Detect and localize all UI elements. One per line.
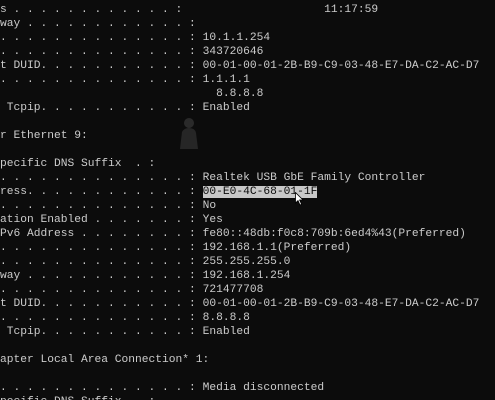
terminal-line-gap (196, 256, 203, 268)
terminal-line-label: . . . . . . . . . . . . . . : (0, 256, 196, 268)
terminal-line-label: apter Local Area Connection* 1: (0, 354, 210, 366)
terminal-line: . . . . . . . . . . . . . . : 721477708 (0, 283, 263, 297)
terminal-line-label: . . . . . . . . . . . . . . : (0, 172, 196, 184)
terminal-line-gap (196, 214, 203, 226)
terminal-line-gap (196, 74, 203, 86)
terminal-line: . . . . . . . . . . . . . . : 192.168.1.… (0, 241, 351, 255)
terminal-line-value[interactable]: 00-01-00-01-2B-B9-C9-03-48-E7-DA-C2-AC-D… (203, 298, 480, 310)
terminal-line-label: t DUID. . . . . . . . . . . : (0, 298, 196, 310)
terminal-line-value[interactable]: Yes (203, 214, 223, 226)
terminal-line-gap (196, 284, 203, 296)
terminal-line: . . . . . . . . . . . . . . : 343720646 (0, 45, 263, 59)
terminal-line: t DUID. . . . . . . . . . . : 00-01-00-0… (0, 297, 479, 311)
terminal-line: ation Enabled . . . . . . . : Yes (0, 213, 223, 227)
terminal-line-label: s . . . . . . . . . . . . : (0, 4, 183, 16)
terminal-line-gap (196, 200, 203, 212)
terminal-line-label: . . . . . . . . . . . . . . : (0, 32, 196, 44)
terminal-line-value[interactable]: Enabled (203, 102, 250, 114)
terminal-line-gap (196, 228, 203, 240)
terminal-line: . . . . . . . . . . . . . . : Media disc… (0, 381, 324, 395)
terminal-line-label: pecific DNS Suffix . : (0, 396, 155, 400)
terminal-line: pecific DNS Suffix . : (0, 157, 155, 171)
terminal-line-gap (196, 60, 203, 72)
mouse-pointer-icon (295, 192, 304, 206)
terminal-line-value[interactable]: 8.8.8.8 (203, 312, 250, 324)
terminal-line-gap (196, 382, 203, 394)
terminal-line-label: . . . . . . . . . . . . . . : (0, 242, 196, 254)
terminal-line-gap (196, 186, 203, 198)
terminal-window[interactable]: s . . . . . . . . . . . . : 11:17:59 way … (0, 0, 495, 400)
terminal-line-label: way . . . . . . . . . . . . : (0, 270, 196, 282)
terminal-line-label: t DUID. . . . . . . . . . . : (0, 60, 196, 72)
terminal-line: ress. . . . . . . . . . . . : 00-E0-4C-6… (0, 185, 318, 199)
terminal-line-label: . . . . . . . . . . . . . . : (0, 284, 196, 296)
terminal-line-label: . . . . . . . . . . . . . . : (0, 200, 196, 212)
terminal-line: Tcpip. . . . . . . . . . . : Enabled (0, 325, 250, 339)
terminal-line-spacer (189, 4, 324, 16)
terminal-line-value[interactable]: 10.1.1.254 (203, 32, 271, 44)
terminal-line-gap (196, 46, 203, 58)
faded-person-icon (180, 118, 198, 149)
terminal-line-gap (196, 242, 203, 254)
terminal-line-gap (196, 298, 203, 310)
terminal-line: 8.8.8.8 (0, 87, 263, 101)
terminal-line: t DUID. . . . . . . . . . . : 00-01-00-0… (0, 59, 479, 73)
terminal-line-label: pecific DNS Suffix . : (0, 158, 156, 170)
terminal-line-gap (196, 172, 203, 184)
terminal-line: apter Local Area Connection* 1: (0, 353, 209, 367)
terminal-line: Tcpip. . . . . . . . . . . : Enabled (0, 101, 250, 115)
terminal-line-value[interactable]: Realtek USB GbE Family Controller (203, 172, 426, 184)
terminal-line-label: . . . . . . . . . . . . . . : (0, 382, 196, 394)
terminal-line-label: Tcpip. . . . . . . . . . . : (0, 326, 196, 338)
terminal-line-value[interactable]: 8.8.8.8 (216, 88, 263, 100)
terminal-line: s . . . . . . . . . . . . : 11:17:59 (0, 3, 378, 17)
terminal-line-value[interactable]: 192.168.1.1(Preferred) (203, 242, 352, 254)
terminal-line: way . . . . . . . . . . . . : 192.168.1.… (0, 269, 290, 283)
terminal-line-value[interactable]: 1.1.1.1 (203, 74, 250, 86)
terminal-line-label (0, 88, 209, 100)
terminal-line: pecific DNS Suffix . : (0, 395, 155, 400)
terminal-line: way . . . . . . . . . . . . : (0, 17, 196, 31)
terminal-line-value[interactable]: fe80::48db:f0c8:709b:6ed4%43(Preferred) (203, 228, 466, 240)
terminal-line: . . . . . . . . . . . . . . : 1.1.1.1 (0, 73, 250, 87)
terminal-line: . . . . . . . . . . . . . . : Realtek US… (0, 171, 425, 185)
terminal-line-gap (196, 270, 203, 282)
terminal-line-gap (196, 312, 203, 324)
terminal-line: r Ethernet 9: (0, 129, 88, 143)
terminal-line-label: . . . . . . . . . . . . . . : (0, 46, 196, 58)
terminal-line: . . . . . . . . . . . . . . : 8.8.8.8 (0, 311, 250, 325)
terminal-line-label: way . . . . . . . . . . . . : (0, 18, 196, 30)
terminal-line-label: Pv6 Address . . . . . . . . : (0, 228, 196, 240)
terminal-line-label: . . . . . . . . . . . . . . : (0, 312, 196, 324)
terminal-line-value[interactable]: Media disconnected (203, 382, 325, 394)
terminal-line-label: Tcpip. . . . . . . . . . . : (0, 102, 196, 114)
terminal-line-value[interactable]: No (203, 200, 217, 212)
terminal-line-value[interactable]: 00-01-00-01-2B-B9-C9-03-48-E7-DA-C2-AC-D… (203, 60, 480, 72)
terminal-line-label: r Ethernet 9: (0, 130, 88, 142)
terminal-line-value[interactable]: 11:17:59 (324, 4, 378, 16)
terminal-line-value[interactable]: 192.168.1.254 (203, 270, 291, 282)
terminal-line-label: . . . . . . . . . . . . . . : (0, 74, 196, 86)
terminal-line: . . . . . . . . . . . . . . : 10.1.1.254 (0, 31, 270, 45)
terminal-line: . . . . . . . . . . . . . . : No (0, 199, 216, 213)
terminal-line: . . . . . . . . . . . . . . : 255.255.25… (0, 255, 290, 269)
terminal-line-label: ation Enabled . . . . . . . : (0, 214, 196, 226)
terminal-line-value[interactable]: 721477708 (203, 284, 264, 296)
terminal-line-gap (196, 32, 203, 44)
terminal-line-gap (196, 326, 203, 338)
terminal-line-value[interactable]: 343720646 (203, 46, 264, 58)
terminal-line-label: ress. . . . . . . . . . . . : (0, 186, 196, 198)
terminal-line-gap (196, 102, 203, 114)
terminal-line-value[interactable]: Enabled (203, 326, 250, 338)
terminal-line: Pv6 Address . . . . . . . . : fe80::48db… (0, 227, 466, 241)
terminal-line-value[interactable]: 255.255.255.0 (203, 256, 291, 268)
